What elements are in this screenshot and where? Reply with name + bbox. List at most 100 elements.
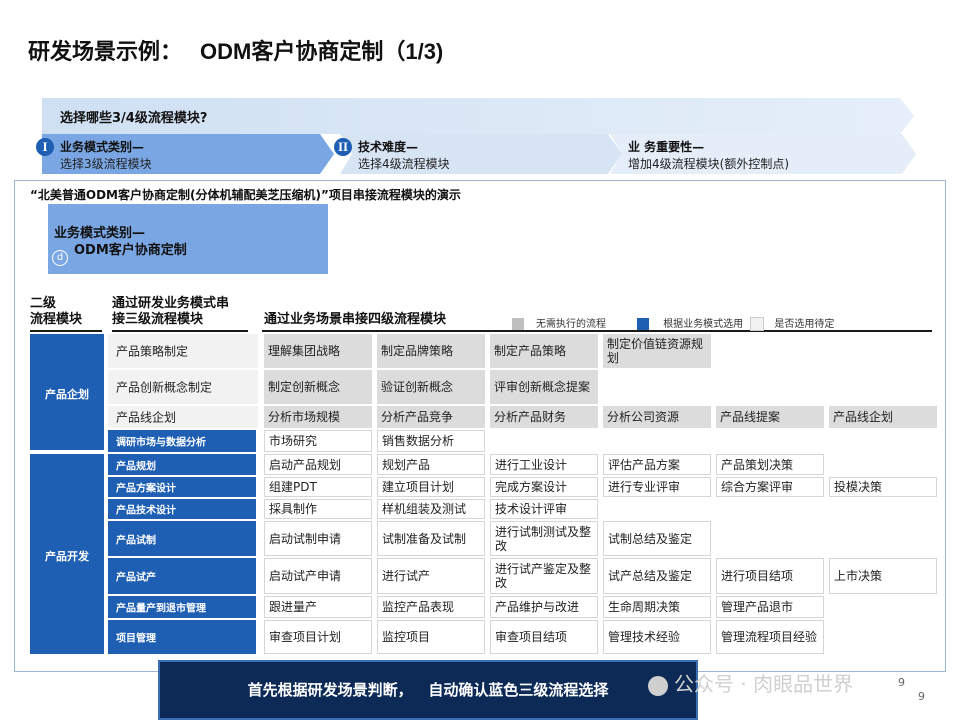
wechat-icon bbox=[648, 675, 668, 696]
legend-label-blue: 根据业务模式选用 bbox=[663, 319, 744, 330]
level3-label: 产品试制 bbox=[116, 535, 156, 546]
category-label-development: 产品开发 bbox=[45, 550, 89, 563]
demo-title: “北美普通ODM客户协商定制(分体机辅配美芝压缩机)”项目串接流程模块的演示 bbox=[30, 188, 461, 202]
level3-label: 产品试产 bbox=[116, 572, 156, 584]
level4-label: 进行专业评审 bbox=[608, 480, 681, 494]
level4-cell: 採具制作 bbox=[264, 499, 372, 519]
level4-cell: 进行试产鉴定及整改 bbox=[490, 558, 598, 594]
level4-label: 跟进量产 bbox=[269, 600, 318, 614]
level4-cell: 进行专业评审 bbox=[603, 477, 711, 497]
level4-cell: 进行试产 bbox=[377, 558, 485, 594]
level4-label: 制定品牌策略 bbox=[381, 344, 454, 358]
chevron-3-line2: 增加4级流程模块(额外控制点) bbox=[628, 157, 789, 171]
level4-cell: 监控项目 bbox=[377, 620, 485, 654]
level3-7: 产品试制 bbox=[108, 521, 256, 556]
legend-label-gray: 无需执行的流程 bbox=[536, 319, 606, 330]
mode-line2: ODM客户协商定制 bbox=[74, 243, 187, 258]
level4-cell: 投模决策 bbox=[829, 477, 937, 497]
level4-label: 综合方案评审 bbox=[721, 480, 794, 494]
level3-5: 产品方案设计 bbox=[108, 477, 256, 497]
level4-cell: 上市决策 bbox=[829, 558, 937, 594]
header-underline-2 bbox=[112, 330, 248, 332]
level4-label: 分析产品财务 bbox=[494, 410, 567, 424]
level4-label: 验证创新概念 bbox=[381, 380, 454, 394]
category-label-planning: 产品企划 bbox=[45, 388, 89, 401]
level4-label: 产品线提案 bbox=[720, 410, 781, 424]
level4-label: 监控产品表现 bbox=[382, 600, 455, 614]
level4-cell: 启动试产申请 bbox=[264, 558, 372, 594]
level4-cell: 进行工业设计 bbox=[490, 454, 598, 475]
chevron-business-mode: I 业务模式类别— 选择3级流程模块 bbox=[36, 134, 334, 174]
legend-swatch-blue bbox=[637, 318, 650, 330]
level4-label: 样机组装及测试 bbox=[382, 502, 467, 516]
level4-label: 进行工业设计 bbox=[495, 457, 568, 472]
level4-cell: 产品维护与改进 bbox=[490, 596, 598, 618]
level4-cell: 管理产品退市 bbox=[716, 596, 824, 618]
category-product-development: 产品开发 bbox=[30, 454, 104, 654]
level3-2: 产品线企划 bbox=[108, 406, 258, 428]
level4-cell: 跟进量产 bbox=[264, 596, 372, 618]
level4-label: 分析市场规模 bbox=[268, 410, 341, 424]
chevron-1-line2: 选择3级流程模块 bbox=[60, 157, 152, 171]
level4-label: 启动试产申请 bbox=[269, 569, 342, 583]
level4-label: 制定创新概念 bbox=[268, 380, 341, 394]
chevron-2-line2: 选择4级流程模块 bbox=[358, 157, 450, 171]
level4-label: 审查项目结项 bbox=[495, 630, 568, 644]
level4-label: 投模决策 bbox=[834, 480, 883, 494]
selection-banner: 选择哪些3/4级流程模块? bbox=[42, 98, 914, 134]
banner-question: 选择哪些3/4级流程模块? bbox=[60, 111, 208, 126]
level4-label: 理解集团战略 bbox=[268, 344, 341, 358]
watermark-text: 公众号 · 肉眼品世界 bbox=[674, 672, 854, 696]
level4-label: 规划产品 bbox=[382, 457, 431, 472]
level4-cell: 制定品牌策略 bbox=[377, 334, 485, 368]
chevron-tech-difficulty: II 技术难度— 选择4级流程模块 bbox=[334, 134, 622, 174]
level3-label: 产品技术设计 bbox=[116, 505, 176, 517]
level4-cell: 产品策划决策 bbox=[716, 454, 824, 475]
header-level2-line2: 流程模块 bbox=[30, 312, 83, 327]
level4-label: 市场研究 bbox=[269, 434, 318, 448]
level4-label: 监控项目 bbox=[382, 630, 431, 644]
level4-label: 建立项目计划 bbox=[382, 480, 455, 494]
level4-cell: 进行试制测试及整改 bbox=[490, 521, 598, 556]
level4-cell: 管理技术经验 bbox=[603, 620, 711, 654]
page-title: 研发场景示例： ODM客户协商定制（1/3) bbox=[28, 34, 443, 66]
level4-cell: 制定价值链资源规划 bbox=[603, 334, 711, 368]
page-number: 9 bbox=[918, 690, 925, 703]
level4-cell: 产品线提案 bbox=[716, 406, 824, 428]
level4-cell: 管理流程项目经验 bbox=[716, 620, 824, 654]
header-underline-1 bbox=[30, 330, 102, 332]
level4-cell: 组建PDT bbox=[264, 477, 372, 497]
badge-roman-1: I bbox=[36, 138, 54, 156]
footer-callout: 首先根据研发场景判断， 自动确认蓝色三级流程选择 bbox=[158, 660, 698, 720]
level3-label: 产品规划 bbox=[116, 461, 156, 472]
header-level2: 二级 流程模块 bbox=[30, 296, 82, 328]
level4-cell: 制定创新概念 bbox=[264, 370, 372, 404]
category-product-planning: 产品企划 bbox=[30, 334, 104, 450]
chevron-importance: 业 务重要性— 增加4级流程模块(额外控制点) bbox=[610, 134, 916, 174]
chevron-3-line1: 业 务重要性— bbox=[628, 140, 705, 154]
level4-label: 进行试产鉴定及整改 bbox=[495, 562, 592, 590]
title-prefix: 研发场景示例： bbox=[28, 39, 183, 65]
level4-label: 评审创新概念提案 bbox=[494, 380, 591, 394]
level4-label: 分析产品竞争 bbox=[381, 410, 454, 424]
level3-4: 产品规划 bbox=[108, 454, 256, 475]
level3-label: 产品量产到退市管理 bbox=[116, 603, 206, 615]
header-level4: 通过业务场景串接四级流程模块 bbox=[264, 312, 447, 327]
level4-label: 管理产品退市 bbox=[721, 600, 794, 614]
level3-9: 产品量产到退市管理 bbox=[108, 596, 256, 618]
level3-label: 调研市场与数据分析 bbox=[116, 437, 206, 449]
level4-cell: 审查项目计划 bbox=[264, 620, 372, 654]
level4-cell: 销售数据分析 bbox=[377, 430, 485, 452]
level4-label: 管理流程项目经验 bbox=[721, 630, 818, 644]
level4-label: 产品策划决策 bbox=[721, 457, 794, 472]
level4-cell: 完成方案设计 bbox=[490, 477, 598, 497]
level4-label: 管理技术经验 bbox=[608, 630, 681, 644]
header-level3-line1: 通过研发业务模式串 bbox=[112, 296, 230, 311]
level4-cell: 生命周期决策 bbox=[603, 596, 711, 618]
mode-marker: d bbox=[52, 250, 68, 266]
level4-cell: 进行项目结项 bbox=[716, 558, 824, 594]
level4-label: 试制总结及鉴定 bbox=[608, 531, 693, 546]
legend-swatch-gray bbox=[512, 318, 524, 330]
chevron-2-line1: 技术难度— bbox=[358, 140, 419, 154]
level3-3: 调研市场与数据分析 bbox=[108, 430, 256, 452]
